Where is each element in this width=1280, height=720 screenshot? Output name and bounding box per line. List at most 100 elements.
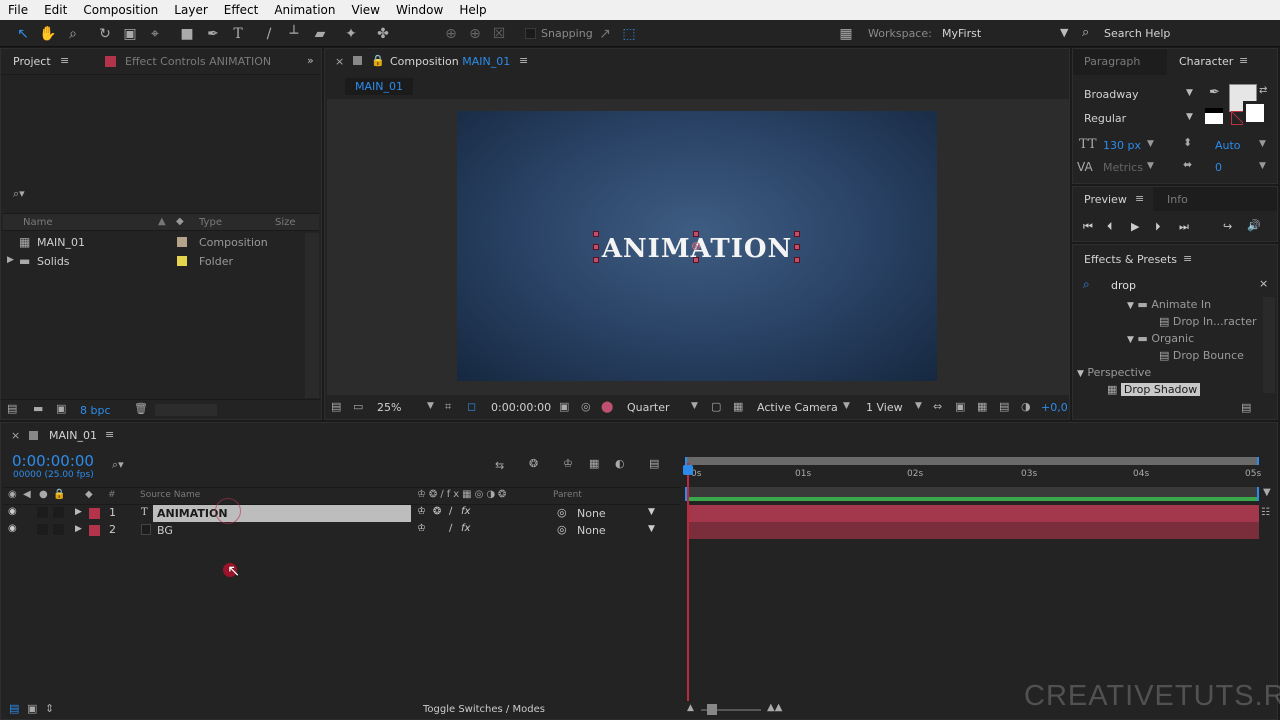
project-item-solids[interactable]: ▶ ▬ Solids Folder <box>3 252 319 271</box>
camera-dropdown-icon[interactable]: ▼ <box>843 401 850 411</box>
pick-whip-icon[interactable]: ◎ <box>557 523 567 536</box>
menu-effect[interactable]: Effect <box>216 3 267 17</box>
pen-tool-icon[interactable]: ✒ <box>203 24 223 44</box>
project-search-input[interactable] <box>29 185 319 203</box>
new-folder-icon[interactable]: ▬ <box>33 402 43 415</box>
composition-subtab[interactable]: MAIN_01 <box>345 78 413 95</box>
work-area-range[interactable] <box>685 457 1259 465</box>
current-time[interactable]: 0:00:00:00 <box>491 401 551 414</box>
zoom-dropdown-icon[interactable]: ▼ <box>427 401 434 411</box>
last-frame-icon[interactable]: ⏭ <box>1179 220 1189 234</box>
tab-character[interactable]: Character <box>1179 55 1233 68</box>
lock-icon[interactable]: 🔒 <box>371 54 385 67</box>
puppet-pin-tool-icon[interactable]: ✤ <box>373 24 393 44</box>
workspace-dropdown-icon[interactable]: ▼ <box>1060 26 1068 39</box>
axis-view-icon[interactable]: ☒ <box>489 24 509 44</box>
tab-project[interactable]: Project <box>13 55 51 68</box>
reset-exposure-icon[interactable]: ◑ <box>1021 400 1031 413</box>
brush-tool-icon[interactable]: ∕ <box>259 24 279 44</box>
audio-icon[interactable]: 🔊 <box>1247 219 1261 232</box>
tab-info[interactable]: Info <box>1167 193 1188 206</box>
eye-icon[interactable]: ◉ <box>8 523 17 534</box>
column-number[interactable]: # <box>108 490 116 500</box>
snapshot-icon[interactable]: ▣ <box>559 400 569 413</box>
tab-effect-controls[interactable]: Effect Controls ANIMATION <box>125 55 271 68</box>
snap-edges-icon[interactable]: ↗ <box>595 24 615 44</box>
transform-handle[interactable] <box>693 257 699 263</box>
work-area-navigator[interactable] <box>685 457 1259 465</box>
draft-3d-icon[interactable]: ❂ <box>529 457 538 470</box>
flowchart-icon[interactable]: ▤ <box>999 400 1009 413</box>
composition-mini-flowchart-icon[interactable]: ⇆ <box>495 459 504 472</box>
font-size-value[interactable]: 130 px <box>1103 139 1141 152</box>
layer-bar-2[interactable] <box>689 522 1259 539</box>
timeline-search-icon[interactable]: ⌕▾ <box>112 458 124 472</box>
column-parent[interactable]: Parent <box>553 490 582 500</box>
zoom-select[interactable]: 25% <box>377 401 401 414</box>
font-style-dropdown-icon[interactable]: ▼ <box>1186 112 1193 122</box>
motion-blur-icon[interactable]: ◐ <box>615 457 625 470</box>
tree-item-drop-shadow[interactable]: ▦ Drop Shadow <box>1107 383 1201 396</box>
rectangle-tool-icon[interactable]: ■ <box>177 24 197 44</box>
swap-colors-icon[interactable]: ⇄ <box>1259 85 1267 96</box>
tab-preview[interactable]: Preview <box>1084 193 1127 206</box>
layer-label-swatch[interactable] <box>89 508 100 519</box>
transform-handle[interactable] <box>593 244 599 250</box>
project-search-icon[interactable]: ⌕▾ <box>13 187 25 201</box>
shy-switch-icon[interactable]: ♔ <box>417 506 426 517</box>
mask-visibility-icon[interactable]: ◻ <box>467 400 476 413</box>
snap-features-icon[interactable]: ⬚ <box>619 24 639 44</box>
menu-animation[interactable]: Animation <box>266 3 343 17</box>
preview-menu-icon[interactable]: ≡ <box>1135 192 1144 205</box>
lock-toggle[interactable] <box>53 507 64 518</box>
tree-item-drop-in-character[interactable]: ▤ Drop In...racter <box>1159 315 1257 328</box>
snapping-checkbox[interactable] <box>525 28 536 39</box>
kerning-dropdown-icon[interactable]: ▼ <box>1147 161 1154 171</box>
quality-switch-icon[interactable]: ∕ <box>449 523 452 534</box>
expand-arrow-icon[interactable]: ▼ <box>1127 335 1134 345</box>
label-column-icon[interactable]: ◆ <box>176 216 184 227</box>
composition-menu-icon[interactable]: ≡ <box>519 54 528 67</box>
font-style-select[interactable]: Regular <box>1084 112 1126 125</box>
menu-composition[interactable]: Composition <box>75 3 166 17</box>
comp-button-icon[interactable]: ▼ <box>1263 487 1271 498</box>
toggle-pixel-aspect-icon[interactable]: ⇔ <box>933 400 942 413</box>
expand-arrow-icon[interactable]: ▶ <box>7 255 14 265</box>
tree-item-drop-bounce[interactable]: ▤ Drop Bounce <box>1159 349 1244 362</box>
layer-switches-icon[interactable]: ▤ <box>9 702 19 715</box>
roto-brush-tool-icon[interactable]: ✦ <box>341 24 361 44</box>
leading-dropdown-icon[interactable]: ▼ <box>1259 139 1266 149</box>
pick-whip-icon[interactable]: ◎ <box>557 506 567 519</box>
column-size[interactable]: Size <box>275 217 296 228</box>
axis-local-icon[interactable]: ⊕ <box>441 24 461 44</box>
axis-world-icon[interactable]: ⊕ <box>465 24 485 44</box>
collapse-switch-icon[interactable]: ❂ <box>433 506 441 517</box>
tree-item-perspective[interactable]: ▼ Perspective <box>1077 366 1151 379</box>
exposure-value[interactable]: +0,0 <box>1041 401 1068 414</box>
font-family-select[interactable]: Broadway <box>1084 88 1139 101</box>
eraser-tool-icon[interactable]: ▰ <box>310 24 330 44</box>
title-safe-icon[interactable]: ⌗ <box>445 400 451 414</box>
column-type[interactable]: Type <box>199 217 222 228</box>
interpret-footage-icon[interactable]: ▤ <box>7 402 17 415</box>
camera-tool-icon[interactable]: ▣ <box>120 24 140 44</box>
transform-handle[interactable] <box>794 257 800 263</box>
panel-overflow-icon[interactable]: » <box>307 54 314 67</box>
kerning-value[interactable]: Metrics <box>1103 161 1143 174</box>
transform-handle[interactable] <box>693 231 699 237</box>
transform-handle[interactable] <box>794 231 800 237</box>
project-item-main01[interactable]: ▦ MAIN_01 Composition ☷ <box>3 233 319 252</box>
menu-layer[interactable]: Layer <box>166 3 215 17</box>
label-column-icon[interactable]: ◆ <box>85 489 93 500</box>
parent-select[interactable]: None <box>577 524 606 537</box>
font-family-dropdown-icon[interactable]: ▼ <box>1186 88 1193 98</box>
black-white-swatch[interactable] <box>1205 108 1223 124</box>
lock-switch-icon[interactable]: 🔒 <box>53 489 65 500</box>
always-preview-icon[interactable]: ▤ <box>331 400 341 413</box>
effects-switch-icon[interactable]: fx <box>461 506 470 517</box>
timeline-menu-icon[interactable]: ≡ <box>105 428 114 441</box>
graph-editor-icon[interactable]: ▤ <box>649 457 659 470</box>
effects-scrollbar[interactable] <box>1263 297 1275 393</box>
menu-help[interactable]: Help <box>451 3 494 17</box>
resolution-select[interactable]: Quarter <box>627 401 670 414</box>
